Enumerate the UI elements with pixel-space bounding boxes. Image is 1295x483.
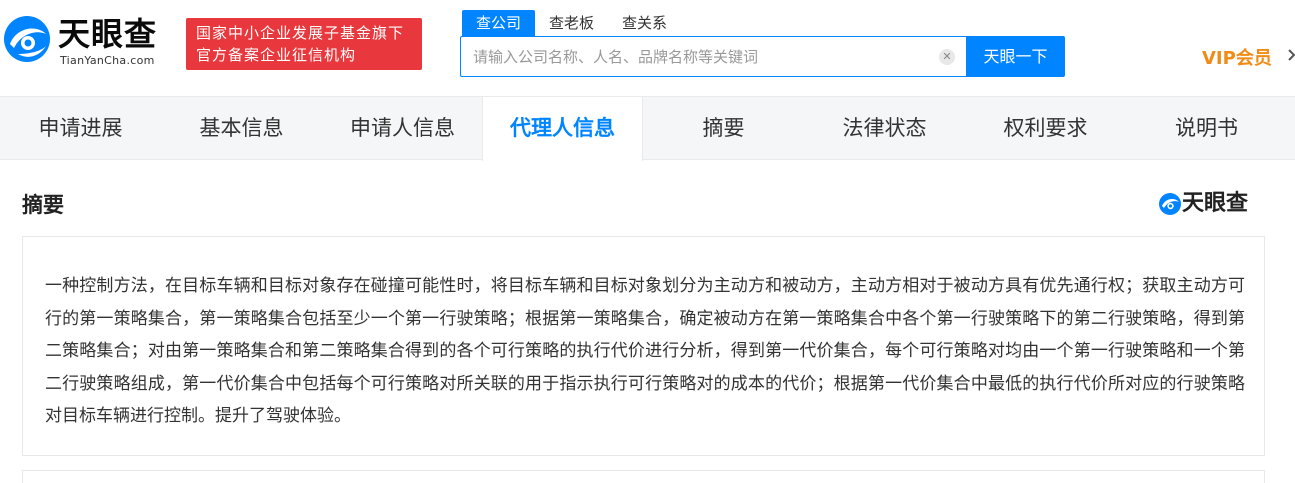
chevron-right-icon	[1288, 49, 1295, 61]
abstract-text: 一种控制方法，在目标车辆和目标对象存在碰撞可能性时，将目标车辆和目标对象划分为主…	[45, 276, 1245, 426]
tab-description[interactable]: 说明书	[1126, 97, 1287, 160]
patent-section-tabs: 申请进展 基本信息 申请人信息 代理人信息 摘要 法律状态 权利要求 说明书	[0, 96, 1295, 161]
badge-line-2: 官方备案企业征信机构	[196, 46, 357, 64]
search-input[interactable]	[461, 37, 921, 76]
tab-agent-info[interactable]: 代理人信息	[482, 97, 643, 161]
tianyancha-logo-icon	[1159, 193, 1181, 215]
search-tab-company[interactable]: 查公司	[462, 10, 536, 36]
abstract-panel: 一种控制方法，在目标车辆和目标对象存在碰撞可能性时，将目标车辆和目标对象划分为主…	[22, 236, 1265, 456]
logo-text: 天眼查	[58, 15, 158, 53]
section-title: 摘要	[22, 193, 64, 217]
tab-legal-status[interactable]: 法律状态	[804, 97, 965, 160]
tab-basic-info[interactable]: 基本信息	[161, 97, 322, 160]
tab-application-progress[interactable]: 申请进展	[0, 97, 161, 160]
tianyancha-logo-icon	[4, 16, 50, 62]
search-tab-relation[interactable]: 查关系	[608, 10, 681, 36]
logo-domain: TianYanCha.com	[60, 54, 155, 67]
search-button[interactable]: 天眼一下	[966, 36, 1065, 77]
official-badge: 国家中小企业发展子基金旗下 官方备案企业征信机构	[186, 18, 422, 70]
tab-applicant-info[interactable]: 申请人信息	[322, 97, 483, 160]
search-box: ✕	[460, 36, 967, 77]
search-tab-boss[interactable]: 查老板	[535, 10, 608, 36]
next-panel	[22, 470, 1265, 483]
badge-line-1: 国家中小企业发展子基金旗下	[196, 24, 405, 42]
tab-abstract[interactable]: 摘要	[643, 97, 804, 160]
watermark-text: 天眼查	[1182, 191, 1249, 216]
vip-member-link[interactable]: VIP会员	[1202, 44, 1272, 70]
clear-icon[interactable]: ✕	[939, 49, 955, 65]
tab-claims[interactable]: 权利要求	[965, 97, 1126, 160]
search-type-tabs: 查公司 查老板 查关系	[462, 10, 681, 36]
site-logo[interactable]: 天眼查 TianYanCha.com	[0, 12, 175, 72]
top-header: 天眼查 TianYanCha.com 国家中小企业发展子基金旗下 官方备案企业征…	[0, 0, 1295, 96]
